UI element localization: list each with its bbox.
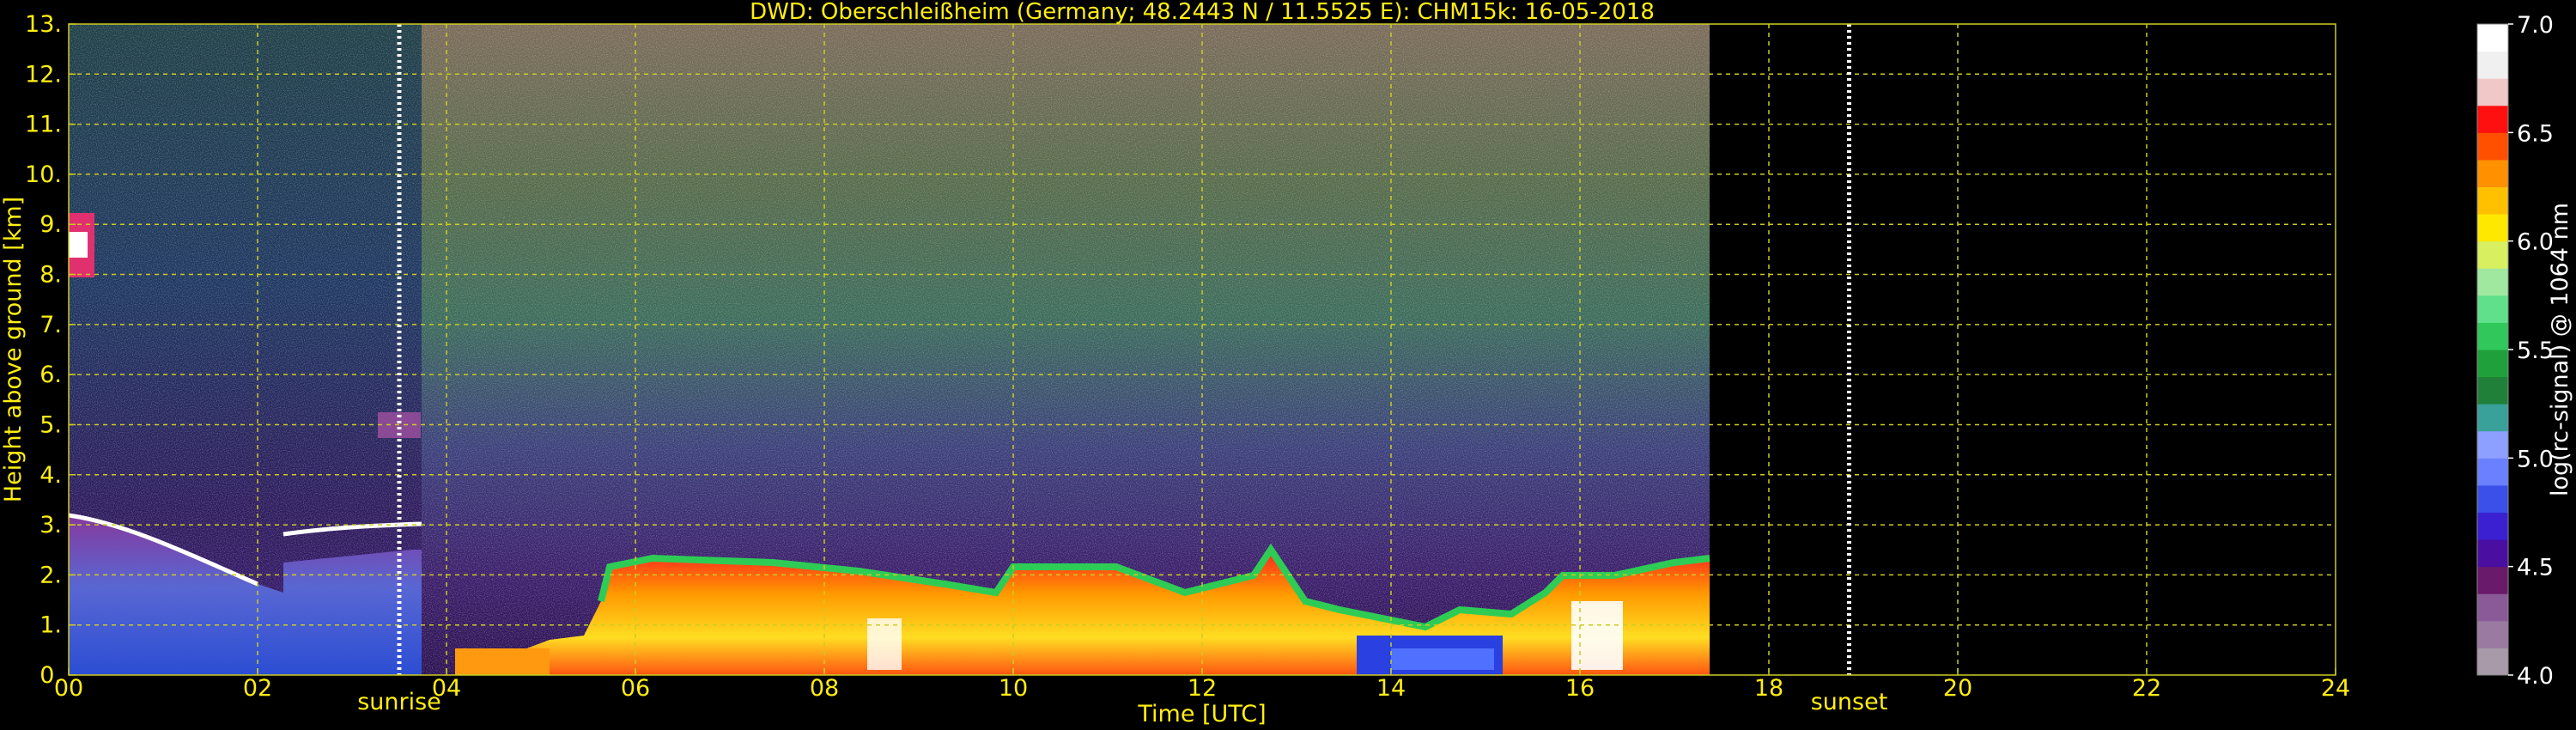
colorbar-swatch <box>2477 648 2508 676</box>
x-tick-label: 18 <box>1754 675 1783 702</box>
colorbar-swatch <box>2477 458 2508 486</box>
x-tick-label: 06 <box>621 675 650 702</box>
x-tick-label: 16 <box>1565 675 1595 702</box>
backscatter-image <box>69 24 1710 675</box>
y-tick-label: 8. <box>39 262 62 289</box>
colorbar-swatch <box>2477 240 2508 269</box>
y-tick-label: 3. <box>39 512 62 538</box>
colorbar-swatch <box>2477 78 2508 106</box>
colorbar-swatch <box>2477 132 2508 161</box>
y-tick-label: 11. <box>25 112 62 138</box>
colorbar-tick-label: 4.5 <box>2517 555 2554 581</box>
colorbar-tick-label: 7.0 <box>2517 12 2554 39</box>
x-tick-label: 12 <box>1188 675 1217 702</box>
y-tick-label: 6. <box>39 362 62 388</box>
y-tick-label: 4. <box>39 462 62 489</box>
ceilometer-chart: sunrise sunset 00 02 04 06 08 10 12 14 16 18 20 22 24… <box>0 0 2573 727</box>
colorbar-swatch <box>2477 186 2508 215</box>
colorbar-swatch <box>2477 566 2508 594</box>
colorbar-swatch <box>2477 295 2508 323</box>
x-tick-label: 02 <box>243 675 272 702</box>
colorbar-swatch <box>2477 620 2508 648</box>
colorbar-tick-label: 4.0 <box>2517 663 2554 690</box>
y-tick-label: 12. <box>25 61 62 88</box>
colorbar-swatch <box>2477 214 2508 242</box>
colorbar-swatch <box>2477 268 2508 296</box>
colorbar-swatch <box>2477 51 2508 79</box>
colorbar-swatch <box>2477 322 2508 350</box>
y-axis-label: Height above ground [km] <box>0 197 27 502</box>
y-tick-label: 13. <box>25 11 62 38</box>
colorbar-swatch <box>2477 105 2508 133</box>
x-tick-label: 08 <box>810 675 839 702</box>
x-tick-label: 22 <box>2132 675 2161 702</box>
colorbar-swatch <box>2477 159 2508 187</box>
colorbar-swatch <box>2477 512 2508 540</box>
x-axis-label: Time [UTC] <box>1137 701 1266 727</box>
y-tick-label: 2. <box>39 562 62 588</box>
colorbar-swatch <box>2477 539 2508 568</box>
sunset-label: sunset <box>1811 689 1888 715</box>
sunrise-label: sunrise <box>357 689 441 715</box>
colorbar-swatch <box>2477 376 2508 405</box>
x-tick-label: 14 <box>1376 675 1406 702</box>
colorbar-tick-label: 6.5 <box>2517 120 2554 147</box>
x-tick-label: 04 <box>432 675 461 702</box>
y-tick-label: 9. <box>39 211 62 238</box>
colorbar-swatch <box>2477 24 2508 52</box>
x-tick-label: 10 <box>999 675 1028 702</box>
y-tick-label: 1. <box>39 612 62 639</box>
x-tick-label: 20 <box>1943 675 1972 702</box>
colorbar-swatch <box>2477 404 2508 432</box>
y-tick-label: 10. <box>25 161 62 188</box>
y-tick-label: 7. <box>39 312 62 338</box>
colorbar: 4.04.55.05.56.06.57.0 <box>2476 12 2554 690</box>
x-tick-label: 24 <box>2321 675 2350 702</box>
colorbar-swatch <box>2477 593 2508 622</box>
colorbar-swatch <box>2477 484 2508 513</box>
chart-title: DWD: Oberschleißheim (Germany; 48.2443 N… <box>750 0 1655 25</box>
colorbar-label: log(rc-signal) @ 1064 nm <box>2547 203 2573 496</box>
y-tick-label: 5. <box>39 411 62 438</box>
colorbar-swatch <box>2477 350 2508 378</box>
colorbar-swatch <box>2477 430 2508 459</box>
y-tick-label: 0. <box>39 662 62 689</box>
